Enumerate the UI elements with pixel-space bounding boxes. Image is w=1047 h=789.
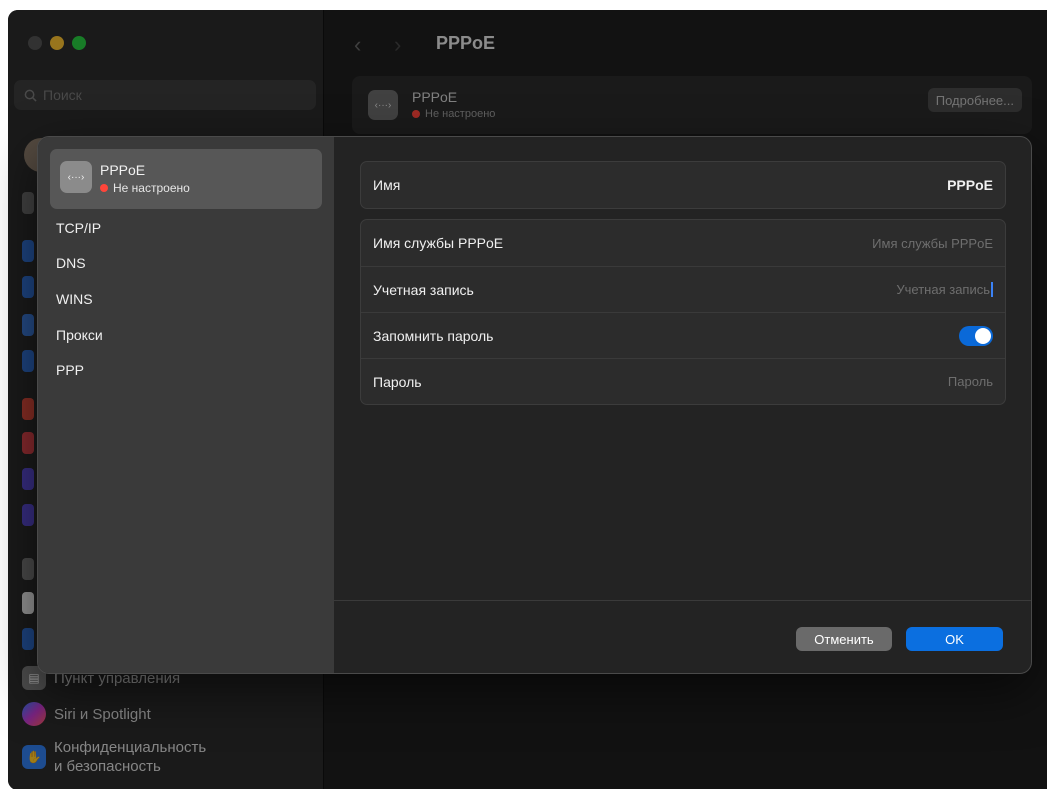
- sheet-content: Имя PPPoE Имя службы PPPoE Учетная запис…: [334, 137, 1031, 673]
- account-row: Учетная запись: [361, 266, 1005, 312]
- remember-password-toggle[interactable]: [959, 325, 993, 346]
- account-label: Учетная запись: [373, 281, 474, 298]
- tab-wins[interactable]: WINS: [56, 291, 93, 307]
- service-status: Не настроено: [100, 181, 190, 195]
- selected-service-item[interactable]: ‹···› PPPoE Не настроено: [50, 149, 322, 209]
- ok-button[interactable]: OK: [906, 627, 1003, 651]
- service-name-field[interactable]: [773, 235, 993, 251]
- cancel-button[interactable]: Отменить: [796, 627, 892, 651]
- remember-password-row: Запомнить пароль: [361, 312, 1005, 358]
- password-row: Пароль: [361, 358, 1005, 404]
- password-label: Пароль: [373, 373, 422, 390]
- network-service-icon: ‹···›: [60, 161, 92, 193]
- service-name-label: Имя службы PPPoE: [373, 235, 504, 251]
- tab-ppp[interactable]: PPP: [56, 362, 84, 378]
- pppoe-fields-group: Имя службы PPPoE Учетная запись Запомнит…: [360, 219, 1006, 405]
- tab-tcpip[interactable]: TCP/IP: [56, 220, 101, 236]
- service-name: PPPoE: [100, 162, 146, 178]
- name-row: Имя PPPoE: [361, 162, 1005, 208]
- sheet-footer: Отменить OK: [334, 600, 1031, 673]
- sheet-sidebar: ‹···› PPPoE Не настроено TCP/IP DNS WINS…: [38, 137, 334, 673]
- account-field[interactable]: [773, 282, 993, 297]
- status-dot-icon: [100, 184, 108, 192]
- service-name-row: Имя службы PPPoE: [361, 220, 1005, 266]
- password-field[interactable]: [773, 374, 993, 389]
- name-value: PPPoE: [947, 177, 993, 193]
- name-group: Имя PPPoE: [360, 161, 1006, 209]
- status-text: Не настроено: [113, 181, 190, 195]
- pppoe-details-sheet: ‹···› PPPoE Не настроено TCP/IP DNS WINS…: [37, 136, 1032, 674]
- remember-password-label: Запомнить пароль: [373, 327, 494, 344]
- tab-proxies[interactable]: Прокси: [56, 327, 103, 343]
- tab-dns[interactable]: DNS: [56, 255, 86, 271]
- name-label: Имя: [373, 177, 401, 193]
